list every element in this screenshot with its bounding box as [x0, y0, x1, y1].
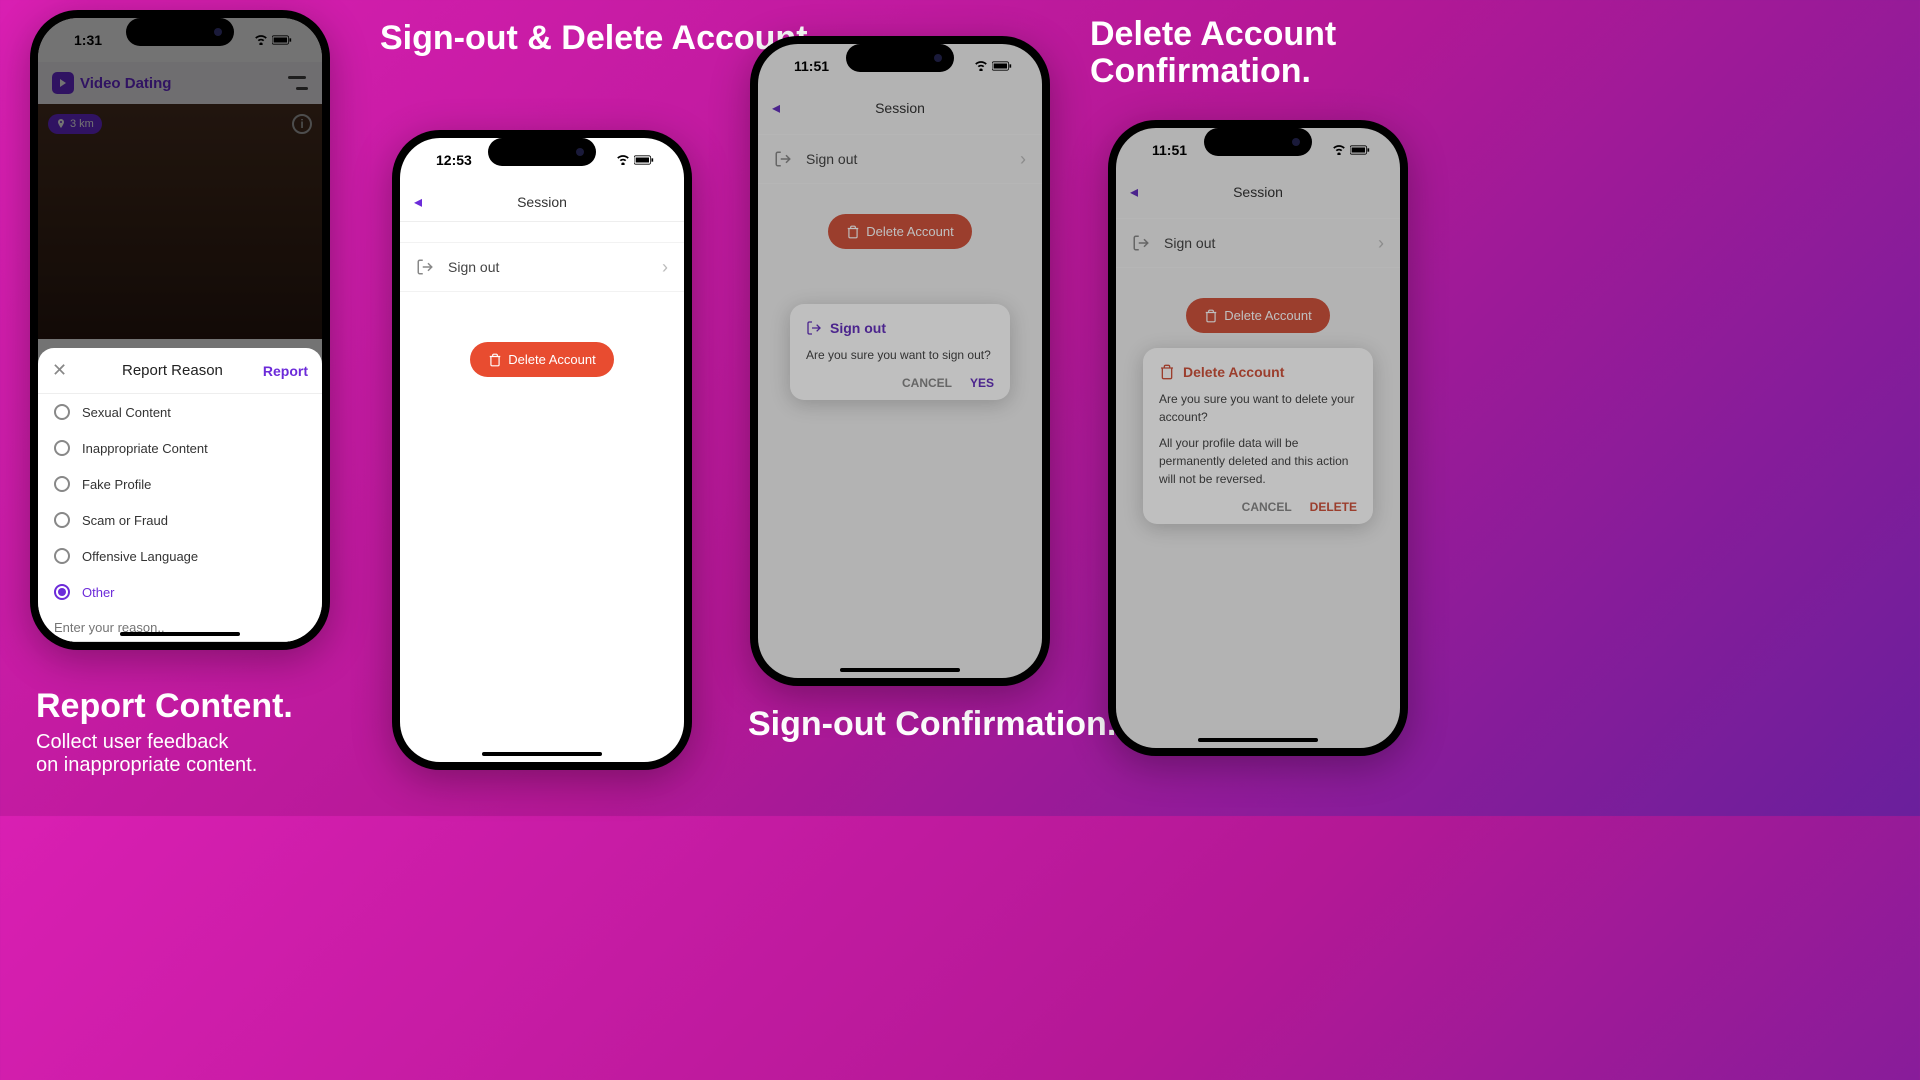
signout-label: Sign out: [806, 151, 1006, 167]
report-button[interactable]: Report: [263, 363, 308, 379]
caption-title: Report Content.: [36, 688, 293, 725]
reason-option[interactable]: Inappropriate Content: [38, 430, 322, 466]
delete-label: Delete Account: [1224, 308, 1311, 323]
reason-label: Inappropriate Content: [82, 441, 208, 456]
cancel-button[interactable]: CANCEL: [1242, 500, 1292, 514]
signout-row[interactable]: Sign out ›: [400, 242, 684, 292]
caption-delete-confirm: Delete Account Confirmation.: [1090, 16, 1456, 97]
reason-option-selected[interactable]: Other: [38, 574, 322, 610]
dialog-body-line: All your profile data will be permanentl…: [1159, 434, 1357, 488]
radio-icon: [54, 512, 70, 528]
nav-title: Session: [875, 100, 925, 116]
home-indicator[interactable]: [1198, 738, 1318, 742]
reason-label: Offensive Language: [82, 549, 198, 564]
signout-icon: [416, 258, 434, 276]
caption-report: Report Content. Collect user feedback on…: [36, 688, 293, 777]
delete-label: Delete Account: [508, 352, 595, 367]
phone-notch: [846, 44, 954, 72]
signout-label: Sign out: [448, 259, 648, 275]
delete-label: Delete Account: [866, 224, 953, 239]
back-icon[interactable]: ◂: [1130, 182, 1138, 202]
signout-label: Sign out: [1164, 235, 1364, 251]
phone-notch: [126, 18, 234, 46]
chevron-right-icon: ›: [1378, 233, 1384, 254]
radio-icon: [54, 584, 70, 600]
status-time: 11:51: [794, 58, 829, 74]
caption-text: Sign-out & Delete Account.: [380, 20, 817, 57]
phone-signout-confirm: 11:51 ◂ Session Sign out › Delete Accoun…: [750, 36, 1050, 686]
status-icons: [616, 155, 654, 165]
chevron-right-icon: ›: [1020, 149, 1026, 170]
signout-icon: [1132, 234, 1150, 252]
back-icon[interactable]: ◂: [414, 192, 422, 212]
reason-label: Scam or Fraud: [82, 513, 168, 528]
reason-label: Other: [82, 585, 115, 600]
delete-account-button[interactable]: Delete Account: [828, 214, 971, 249]
cancel-button[interactable]: CANCEL: [902, 376, 952, 390]
caption-subtitle-2: on inappropriate content.: [36, 754, 293, 777]
home-indicator[interactable]: [840, 668, 960, 672]
status-time: 11:51: [1152, 142, 1187, 158]
radio-icon: [54, 476, 70, 492]
reason-option[interactable]: Fake Profile: [38, 466, 322, 502]
trash-icon: [1159, 364, 1175, 380]
signout-dialog: Sign out Are you sure you want to sign o…: [790, 304, 1010, 400]
delete-button[interactable]: DELETE: [1310, 500, 1357, 514]
radio-icon: [54, 548, 70, 564]
sheet-header: ✕ Report Reason Report: [38, 348, 322, 394]
trash-icon: [846, 225, 860, 239]
confirm-button[interactable]: YES: [970, 376, 994, 390]
radio-icon: [54, 440, 70, 456]
phone-notch: [1204, 128, 1312, 156]
nav-header: ◂ Session: [1116, 172, 1400, 212]
reason-label: Fake Profile: [82, 477, 151, 492]
nav-title: Session: [1233, 184, 1283, 200]
dialog-body: Are you sure you want to sign out?: [806, 346, 994, 364]
phone-delete-confirm: 11:51 ◂ Session Sign out › Delete Accoun…: [1108, 120, 1408, 756]
home-indicator[interactable]: [120, 632, 240, 636]
nav-header: ◂ Session: [400, 182, 684, 222]
delete-account-button[interactable]: Delete Account: [470, 342, 613, 377]
status-icons: [1332, 145, 1370, 155]
nav-header: ◂ Session: [758, 88, 1042, 128]
reason-label: Sexual Content: [82, 405, 171, 420]
reason-input[interactable]: [54, 614, 306, 642]
trash-icon: [1204, 309, 1218, 323]
signout-row[interactable]: Sign out ›: [758, 134, 1042, 184]
dialog-body-line: Are you sure you want to delete your acc…: [1159, 390, 1357, 426]
status-time: 12:53: [436, 152, 472, 168]
phone-report: 1:31 Video Dating: [30, 10, 330, 650]
caption-text: Sign-out Confirmation.: [748, 706, 1116, 743]
delete-account-button[interactable]: Delete Account: [1186, 298, 1329, 333]
caption-subtitle-1: Collect user feedback: [36, 731, 293, 754]
report-sheet: ✕ Report Reason Report Sexual Content In…: [38, 348, 322, 642]
sheet-title: Report Reason: [122, 362, 223, 379]
caption-signout-confirm: Sign-out Confirmation.: [748, 706, 1116, 749]
delete-dialog: Delete Account Are you sure you want to …: [1143, 348, 1373, 524]
back-icon[interactable]: ◂: [772, 98, 780, 118]
phone-session: 12:53 ◂ Session Sign out › Delete Accoun…: [392, 130, 692, 770]
signout-icon: [774, 150, 792, 168]
caption-text: Delete Account Confirmation.: [1090, 16, 1456, 91]
reason-option[interactable]: Scam or Fraud: [38, 502, 322, 538]
signout-row[interactable]: Sign out ›: [1116, 218, 1400, 268]
nav-title: Session: [517, 194, 567, 210]
close-icon[interactable]: ✕: [52, 360, 82, 381]
dialog-body: Are you sure you want to delete your acc…: [1159, 390, 1357, 488]
reason-option[interactable]: Offensive Language: [38, 538, 322, 574]
radio-icon: [54, 404, 70, 420]
phone-notch: [488, 138, 596, 166]
caption-signout-delete: Sign-out & Delete Account.: [380, 20, 817, 63]
reason-list: Sexual Content Inappropriate Content Fak…: [38, 394, 322, 642]
chevron-right-icon: ›: [662, 257, 668, 278]
trash-icon: [488, 353, 502, 367]
dialog-title: Delete Account: [1183, 364, 1284, 380]
status-icons: [974, 61, 1012, 71]
dialog-title: Sign out: [830, 320, 886, 336]
reason-option[interactable]: Sexual Content: [38, 394, 322, 430]
home-indicator[interactable]: [482, 752, 602, 756]
signout-icon: [806, 320, 822, 336]
